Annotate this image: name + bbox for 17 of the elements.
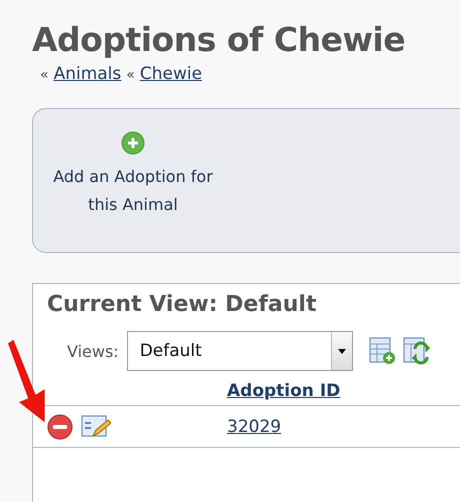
refresh-view-icon[interactable] (402, 337, 431, 365)
plus-icon (121, 131, 145, 155)
delete-icon[interactable] (47, 414, 73, 440)
page-title: Adoptions of Chewie (32, 20, 406, 60)
adoption-id-link[interactable]: 32029 (227, 416, 282, 436)
caret-icon (338, 348, 346, 354)
views-label: Views: (67, 342, 119, 360)
add-adoption-button[interactable]: Add an Adoption for this Animal (53, 131, 213, 219)
breadcrumb-separator: « (40, 67, 49, 83)
breadcrumb-separator: « (126, 67, 135, 83)
view-title: Current View: Default (46, 291, 318, 317)
add-view-icon[interactable] (368, 337, 395, 365)
breadcrumb-link[interactable]: Animals (54, 64, 122, 84)
breadcrumb-link[interactable]: Chewie (140, 64, 202, 84)
column-header[interactable]: Adoption ID (227, 381, 340, 401)
edit-icon[interactable] (81, 414, 111, 440)
views-select[interactable]: Default (126, 331, 353, 371)
